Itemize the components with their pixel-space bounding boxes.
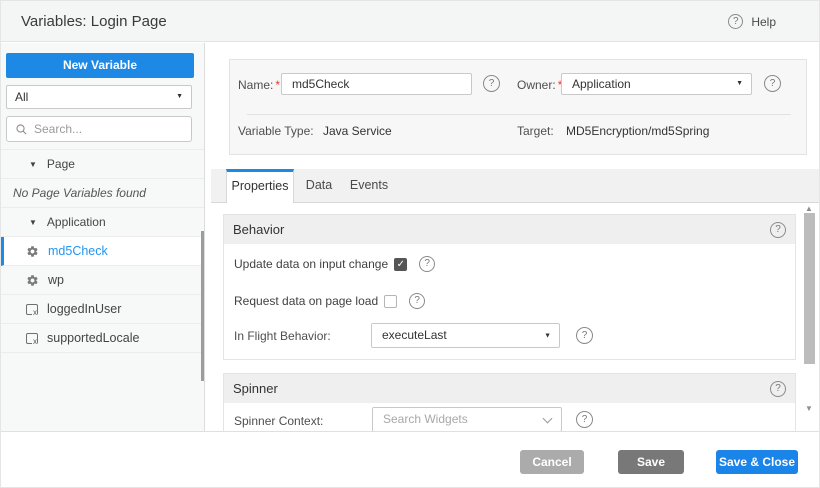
tree-group-label: Page xyxy=(47,157,75,171)
required-asterisk: * xyxy=(275,78,280,92)
name-help-icon[interactable] xyxy=(483,75,500,92)
spinner-context-placeholder: Search Widgets xyxy=(383,412,468,426)
variable-type-value: Java Service xyxy=(323,124,392,138)
tab-events[interactable]: Events xyxy=(344,169,394,203)
behavior-section-header: Behavior xyxy=(224,215,795,244)
spinner-context-combobox[interactable]: Search Widgets xyxy=(372,407,562,432)
behavior-section: Behavior Update data on input change Req… xyxy=(223,214,796,360)
request-on-load-help-icon[interactable] xyxy=(409,293,425,309)
page-title: Variables: Login Page xyxy=(21,1,167,42)
sidebar-scrollbar[interactable] xyxy=(201,231,204,381)
in-flight-behavior-select[interactable]: executeLast xyxy=(371,323,560,348)
tree-item-md5check[interactable]: md5Check xyxy=(1,237,204,266)
dialog-header: Variables: Login Page Help xyxy=(1,1,820,42)
tree-item-label: wp xyxy=(48,273,64,287)
variables-dialog: Variables: Login Page Help New Variable … xyxy=(0,0,820,488)
cancel-button[interactable]: Cancel xyxy=(520,450,584,474)
name-label: Name:* xyxy=(238,78,280,92)
spinner-help-icon[interactable] xyxy=(770,381,786,397)
tree-item-label: md5Check xyxy=(48,244,108,258)
spinner-section-header: Spinner xyxy=(224,374,795,403)
request-on-load-label: Request data on page load xyxy=(234,294,378,308)
tree-item-label: loggedInUser xyxy=(47,302,121,316)
tree-group-page[interactable]: Page xyxy=(1,150,204,179)
properties-panel: Behavior Update data on input change Req… xyxy=(211,203,820,432)
collapse-triangle-icon xyxy=(29,160,37,169)
new-variable-button[interactable]: New Variable xyxy=(6,53,194,78)
help-label: Help xyxy=(751,15,776,29)
tree-item-wp[interactable]: wp xyxy=(1,266,204,295)
chevron-down-icon xyxy=(544,324,551,347)
panel-divider xyxy=(247,114,791,115)
tree-item-loggedinuser[interactable]: loggedInUser xyxy=(1,295,204,324)
help-circle-icon xyxy=(728,14,743,29)
save-and-close-button[interactable]: Save & Close xyxy=(716,450,798,474)
scrollbar-thumb[interactable] xyxy=(804,213,815,364)
chevron-down-icon xyxy=(543,414,553,424)
spinner-section-title: Spinner xyxy=(233,381,278,396)
spinner-section: Spinner Spinner Context: Search Widgets xyxy=(223,373,796,432)
tab-bar-fill xyxy=(394,169,820,203)
tree-item-label: supportedLocale xyxy=(47,331,139,345)
update-on-input-row: Update data on input change xyxy=(234,256,435,272)
scope-filter-value: All xyxy=(15,90,28,104)
scope-filter-select[interactable]: All xyxy=(6,85,192,109)
tab-properties[interactable]: Properties xyxy=(226,169,294,203)
update-on-input-help-icon[interactable] xyxy=(419,256,435,272)
page-empty-message: No Page Variables found xyxy=(1,179,204,208)
variable-info-panel: Name:* Owner:* Application Variable Type… xyxy=(229,59,807,155)
dialog-footer: Cancel Save Save & Close xyxy=(1,431,820,488)
gear-icon xyxy=(26,274,39,287)
variable-type-label: Variable Type: xyxy=(238,124,314,138)
save-button[interactable]: Save xyxy=(618,450,684,474)
behavior-help-icon[interactable] xyxy=(770,222,786,238)
tree-group-application[interactable]: Application xyxy=(1,208,204,237)
tree-item-supportedlocale[interactable]: supportedLocale xyxy=(1,324,204,353)
variables-tree: Page No Page Variables found Application… xyxy=(1,149,204,353)
gear-icon xyxy=(26,245,39,258)
collapse-triangle-icon xyxy=(29,218,37,227)
scroll-up-arrow-icon[interactable]: ▲ xyxy=(803,204,815,213)
variables-sidebar: New Variable All Page No Page Variables … xyxy=(1,43,205,431)
behavior-section-title: Behavior xyxy=(233,222,284,237)
target-value: MD5Encryption/md5Spring xyxy=(566,124,709,138)
properties-scrollbar: ▲ ▼ xyxy=(803,203,815,432)
tree-group-label: Application xyxy=(47,215,106,229)
tab-spacer xyxy=(211,169,226,203)
update-on-input-label: Update data on input change xyxy=(234,257,388,271)
owner-value: Application xyxy=(572,77,631,91)
request-on-load-row: Request data on page load xyxy=(234,293,425,309)
in-flight-behavior-help-icon[interactable] xyxy=(576,327,593,344)
chevron-down-icon xyxy=(176,86,183,108)
help-button[interactable]: Help xyxy=(728,1,776,42)
in-flight-behavior-label: In Flight Behavior: xyxy=(234,329,331,343)
tab-data[interactable]: Data xyxy=(294,169,344,203)
chevron-down-icon xyxy=(736,74,743,94)
owner-help-icon[interactable] xyxy=(764,75,781,92)
in-flight-behavior-value: executeLast xyxy=(382,328,447,342)
update-on-input-checkbox[interactable] xyxy=(394,258,407,271)
variable-search xyxy=(6,116,192,142)
search-input[interactable] xyxy=(34,122,183,136)
variable-icon xyxy=(26,333,38,344)
name-input[interactable] xyxy=(281,73,472,95)
scroll-down-arrow-icon[interactable]: ▼ xyxy=(803,404,815,413)
spinner-context-label: Spinner Context: xyxy=(234,414,323,428)
owner-label: Owner:* xyxy=(517,78,562,92)
search-icon xyxy=(15,123,28,136)
request-on-load-checkbox[interactable] xyxy=(384,295,397,308)
spinner-context-help-icon[interactable] xyxy=(576,411,593,428)
owner-select[interactable]: Application xyxy=(561,73,752,95)
target-label: Target: xyxy=(517,124,554,138)
variable-icon xyxy=(26,304,38,315)
tab-bar: Properties Data Events xyxy=(211,169,820,203)
